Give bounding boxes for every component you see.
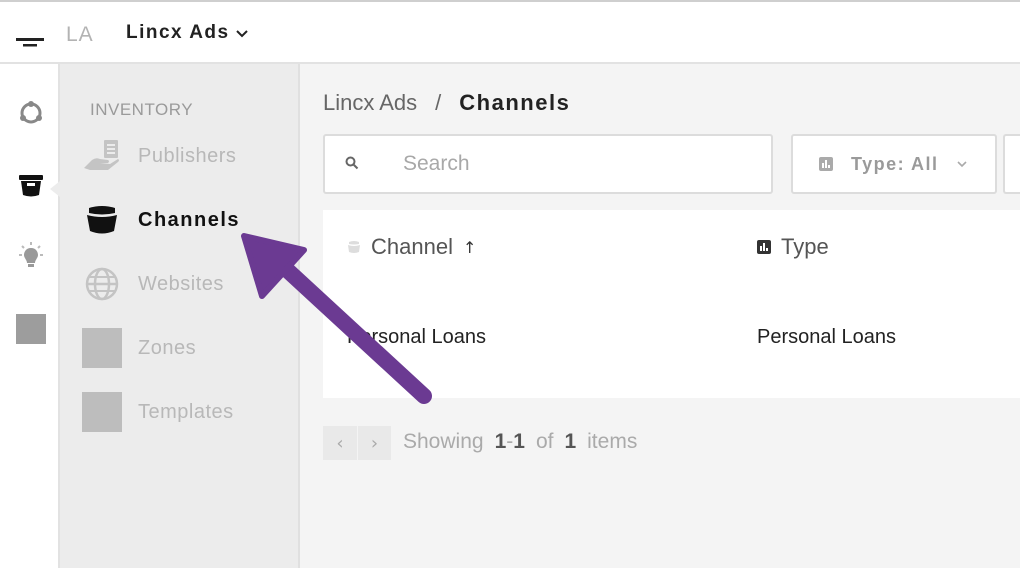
- sidebar-heading: INVENTORY: [90, 100, 194, 119]
- sidebar-item-label: Publishers: [138, 144, 237, 167]
- breadcrumb-separator: /: [435, 90, 442, 115]
- sidebar-item-websites[interactable]: Websites: [82, 262, 292, 306]
- showing-label: Showing: [403, 430, 484, 453]
- search-icon: [345, 156, 359, 170]
- publisher-hand-icon: [82, 136, 122, 176]
- breadcrumb: Lincx Ads / Channels: [323, 90, 570, 116]
- range-to: 1: [513, 430, 525, 453]
- lightbulb-icon: [19, 242, 43, 267]
- account-switcher[interactable]: Lincx Ads: [126, 22, 248, 44]
- rail-item-insights[interactable]: [16, 242, 46, 272]
- grey-square-icon: [82, 328, 122, 368]
- rail-item-rings[interactable]: [16, 98, 46, 128]
- column-header-type[interactable]: Type: [757, 234, 829, 260]
- sidebar-item-channels[interactable]: Channels: [82, 198, 292, 242]
- grey-square-icon: [16, 314, 46, 344]
- bucket-icon: [82, 200, 122, 240]
- main-content: Lincx Ads / Channels Type: All: [300, 64, 1020, 568]
- active-indicator: [50, 181, 60, 197]
- sidebar-item-label: Templates: [138, 400, 234, 423]
- chevron-down-icon: [956, 160, 967, 167]
- bucket-icon: [19, 175, 43, 197]
- table-cell-type: Personal Loans: [757, 326, 896, 348]
- column-header-channel[interactable]: Channel ↑: [347, 234, 476, 260]
- sort-ascending-icon: ↑: [462, 237, 477, 257]
- app-window: LA Lincx Ads INVENTORY Publishers Channe…: [0, 0, 1020, 568]
- breadcrumb-parent[interactable]: Lincx Ads: [323, 90, 417, 116]
- type-filter-dropdown[interactable]: Type: All: [791, 134, 997, 194]
- sidebar-item-label: Websites: [138, 272, 224, 295]
- previous-page-button[interactable]: ‹: [323, 426, 357, 460]
- bar-chart-icon: [819, 157, 833, 171]
- icon-rail: [0, 64, 60, 568]
- search-input[interactable]: [403, 150, 743, 178]
- chevron-down-icon: [235, 30, 248, 38]
- of-label: of: [535, 430, 554, 453]
- top-bar: LA Lincx Ads: [0, 0, 1020, 64]
- range-from: 1: [494, 430, 507, 453]
- next-filter-dropdown[interactable]: [1003, 134, 1020, 194]
- page-title: Channels: [459, 90, 571, 115]
- table-cell-channel[interactable]: Personal Loans: [347, 326, 486, 349]
- sidebar-item-templates[interactable]: Templates: [82, 390, 292, 434]
- items-label: items: [587, 430, 638, 453]
- rings-icon: [20, 101, 42, 124]
- rail-item-inventory[interactable]: [16, 170, 46, 200]
- bucket-icon: [348, 241, 360, 253]
- bar-chart-icon: [757, 240, 771, 254]
- brand-abbreviation: LA: [66, 23, 94, 46]
- pagination-summary: Showing 1-1 of 1 items: [403, 430, 637, 454]
- pagination-controls: ‹ ›: [323, 426, 391, 460]
- sidebar-item-zones[interactable]: Zones: [82, 326, 292, 370]
- search-box[interactable]: [323, 134, 773, 194]
- range-text: 1-1: [495, 430, 525, 454]
- column-header-label: Channel: [371, 234, 453, 259]
- globe-icon: [82, 264, 122, 304]
- column-header-label: Type: [781, 234, 829, 259]
- total-count: 1: [564, 430, 577, 453]
- sidebar-item-label: Zones: [138, 336, 197, 359]
- account-name: Lincx Ads: [126, 22, 230, 43]
- inventory-sidebar: INVENTORY Publishers Channels Websites Z…: [60, 64, 300, 568]
- sidebar-item-label: Channels: [138, 208, 241, 231]
- channels-table: Channel ↑ Type Personal Loans Personal L…: [323, 210, 1020, 398]
- menu-icon[interactable]: [14, 30, 46, 50]
- next-page-button[interactable]: ›: [357, 426, 391, 460]
- rail-item-square[interactable]: [16, 314, 46, 344]
- sidebar-item-publishers[interactable]: Publishers: [82, 134, 292, 178]
- grey-square-icon: [82, 392, 122, 432]
- type-filter-label: Type: All: [851, 153, 939, 174]
